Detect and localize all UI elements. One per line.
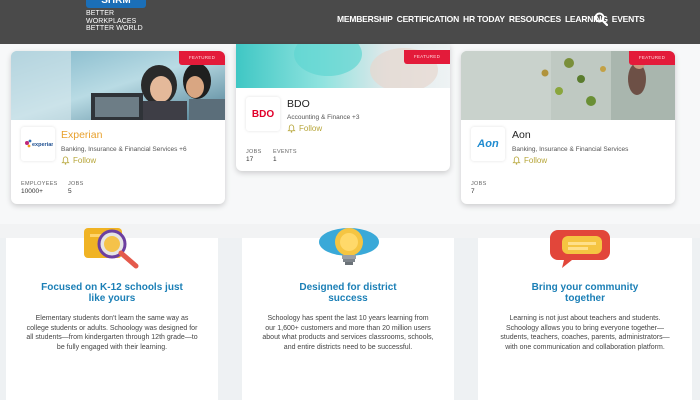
nav-item-membership[interactable]: MEMBERSHIP xyxy=(337,14,393,24)
feature-title: Designed for district success xyxy=(299,282,397,304)
aon-logo: Aon xyxy=(471,127,505,161)
feature-text: Learning is not just about teachers and … xyxy=(500,315,670,351)
experian-logo: experian xyxy=(21,127,55,161)
logo-mark: SHRM xyxy=(86,0,146,8)
feature-title: Bring your community together xyxy=(531,282,639,304)
logo-tagline-line-2: BETTER WORLD xyxy=(86,25,143,32)
follow-button[interactable]: Follow xyxy=(61,156,96,165)
stat-jobs[interactable]: JOBS 7 xyxy=(471,181,487,195)
stat-events[interactable]: EVENTS 1 xyxy=(273,149,297,163)
nav-item-events[interactable]: EVENTS xyxy=(612,14,645,24)
logo-tagline: BETTER WORKPLACES BETTER WORLD xyxy=(86,10,148,33)
follow-label: Follow xyxy=(73,156,97,165)
company-name[interactable]: Aon xyxy=(512,129,531,141)
company-name[interactable]: BDO xyxy=(287,98,310,110)
company-sector: Banking, Insurance & Financial Services … xyxy=(61,146,187,153)
stat-label: JOBS xyxy=(471,181,487,187)
featured-tag: FEATURED xyxy=(404,50,450,64)
bell-icon xyxy=(287,124,296,133)
stat-employees: EMPLOYEES 10000+ xyxy=(21,181,58,195)
follow-button[interactable]: Follow xyxy=(512,156,547,165)
search-icon[interactable] xyxy=(594,12,608,26)
shrm-logo[interactable]: SHRM BETTER WORKPLACES BETTER WORLD xyxy=(86,0,148,33)
company-name[interactable]: Experian xyxy=(61,129,102,141)
site-header: SHRM BETTER WORKPLACES BETTER WORLD MEMB… xyxy=(0,0,700,44)
stat-value: 5 xyxy=(68,188,72,195)
featured-tag: FEATURED xyxy=(179,51,225,65)
company-sector: Banking, Insurance & Financial Services xyxy=(512,146,629,153)
feature-title: Focused on K-12 schools just like yours xyxy=(41,282,183,304)
company-sector: Accounting & Finance +3 xyxy=(287,114,360,121)
feature-text: Elementary students don't learn the same… xyxy=(26,315,198,351)
stat-value: 10000+ xyxy=(21,188,43,195)
stat-label: JOBS xyxy=(68,181,84,187)
stat-value: 1 xyxy=(273,156,277,163)
nav-item-hr-today[interactable]: HR TODAY xyxy=(463,14,505,24)
stat-label: EMPLOYEES xyxy=(21,181,58,187)
stat-value: 7 xyxy=(471,188,475,195)
nav-item-resources[interactable]: RESOURCES xyxy=(509,14,561,24)
bell-icon xyxy=(61,156,70,165)
company-card-experian[interactable]: FEATURED experian Experian Banking, Insu… xyxy=(11,51,225,204)
company-card-bdo[interactable]: FEATURED BDO BDO Accounting & Finance +3… xyxy=(236,44,450,171)
follow-button[interactable]: Follow xyxy=(287,124,322,133)
follow-label: Follow xyxy=(299,124,323,133)
nav-item-certification[interactable]: CERTIFICATION xyxy=(397,14,460,24)
speech-bubbles-icon xyxy=(550,230,610,268)
stat-value: 17 xyxy=(246,156,254,163)
bdo-logo: BDO xyxy=(246,97,280,131)
bell-icon xyxy=(512,156,521,165)
featured-tag: FEATURED xyxy=(629,51,675,65)
follow-label: Follow xyxy=(524,156,548,165)
stat-jobs[interactable]: JOBS 17 xyxy=(246,149,262,163)
feature-text: Schoology has spent the last 10 years le… xyxy=(262,315,434,351)
company-card-aon[interactable]: FEATURED Aon Aon Banking, Insurance & Fi… xyxy=(461,51,675,204)
stat-jobs[interactable]: JOBS 5 xyxy=(68,181,84,195)
lightbulb-icon xyxy=(319,228,379,265)
stat-label: JOBS xyxy=(246,149,262,155)
svg-text:experian: experian xyxy=(32,142,53,148)
logo-tagline-line-1: BETTER WORKPLACES xyxy=(86,10,137,25)
magnifier-icon xyxy=(84,228,139,269)
stat-label: EVENTS xyxy=(273,149,297,155)
